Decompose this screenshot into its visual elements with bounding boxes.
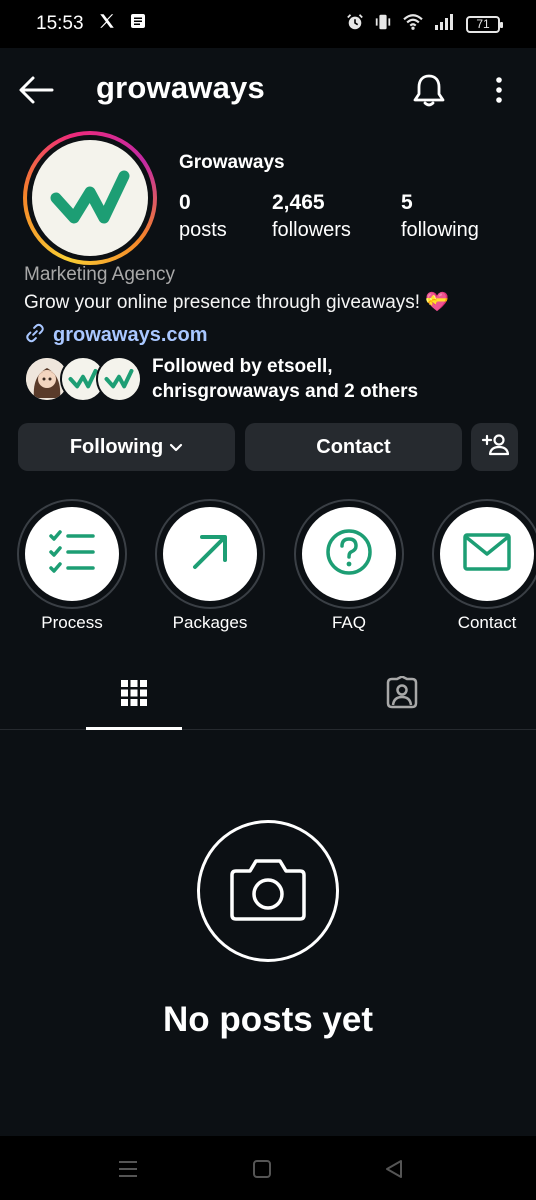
link-icon [24, 322, 46, 349]
followed-by-text: Followed by etsoell, chrisgrowaways and … [152, 354, 418, 404]
following-button[interactable]: Following [18, 423, 235, 471]
posts-count: 0 [179, 191, 191, 214]
bell-icon[interactable] [408, 70, 450, 110]
highlight-faq[interactable]: FAQ [293, 499, 405, 633]
tagged-icon [385, 674, 419, 715]
tab-tagged[interactable] [268, 660, 536, 730]
empty-posts-camera [197, 820, 339, 962]
empty-state-text: No posts yet [162, 1000, 374, 1039]
battery-icon: 71 [466, 15, 503, 33]
following-label: following [401, 219, 479, 241]
followed-by-line1: Followed by etsoell, [152, 356, 333, 377]
followed-by-line2: chrisgrowaways and 2 others [152, 381, 419, 402]
mail-icon [462, 532, 512, 577]
question-icon [325, 528, 373, 581]
follower-avatar-growaways-2 [96, 356, 142, 402]
add-user-icon [481, 432, 509, 462]
notification-icon [130, 13, 146, 35]
posts-label: posts [179, 219, 227, 241]
recent-apps-icon[interactable] [108, 1154, 148, 1184]
camera-icon [228, 855, 308, 928]
highlight-contact[interactable]: Contact [431, 499, 536, 633]
vibrate-icon [374, 13, 392, 36]
followers-label: followers [272, 219, 351, 241]
tab-grid[interactable] [0, 660, 268, 730]
highlight-label: Process [41, 613, 103, 632]
stat-following[interactable]: 5 following [401, 190, 479, 244]
profile-username: growaways [96, 70, 265, 105]
active-tab-indicator [86, 727, 182, 730]
profile-category: Marketing Agency [24, 264, 176, 285]
profile-avatar[interactable] [23, 131, 157, 265]
profile-link[interactable]: growaways.com [24, 322, 208, 349]
more-options-icon[interactable] [484, 70, 514, 110]
profile-tabs [0, 660, 536, 730]
back-nav-icon[interactable] [374, 1154, 414, 1184]
grid-icon [120, 679, 148, 712]
growaways-logo [32, 140, 148, 256]
stat-posts[interactable]: 0 posts [179, 190, 227, 244]
followers-count: 2,465 [272, 191, 325, 214]
wifi-icon [402, 13, 424, 36]
highlight-label: FAQ [331, 613, 366, 632]
status-bar: 15:53 71 [0, 0, 536, 48]
suggested-users-button[interactable] [471, 423, 518, 471]
followed-by[interactable]: Followed by etsoell, chrisgrowaways and … [24, 354, 524, 406]
alarm-icon [346, 13, 364, 36]
stat-followers[interactable]: 2,465 followers [272, 190, 351, 244]
profile-link-text[interactable]: growaways.com [53, 324, 208, 347]
highlight-process[interactable]: Process [16, 499, 128, 633]
profile-bio: Grow your online presence through giveaw… [24, 292, 449, 313]
system-nav-bar [0, 1136, 536, 1200]
highlight-label: Contact [457, 613, 517, 632]
signal-icon [434, 13, 456, 36]
home-icon[interactable] [242, 1154, 282, 1184]
x-app-icon [98, 12, 116, 36]
back-arrow-icon[interactable] [16, 72, 56, 108]
highlight-packages[interactable]: Packages [154, 499, 266, 633]
top-bar: growaways [0, 48, 536, 132]
contact-button[interactable]: Contact [245, 423, 462, 471]
following-count: 5 [401, 191, 413, 214]
contact-button-label: Contact [316, 435, 391, 458]
following-button-label: Following [69, 435, 164, 458]
arrow-up-right-icon [189, 531, 231, 578]
highlight-label: Packages [172, 613, 248, 632]
display-name: Growaways [179, 152, 285, 173]
status-time: 15:53 [36, 13, 84, 34]
checklist-icon [48, 529, 96, 580]
chevron-down-icon [169, 436, 183, 459]
